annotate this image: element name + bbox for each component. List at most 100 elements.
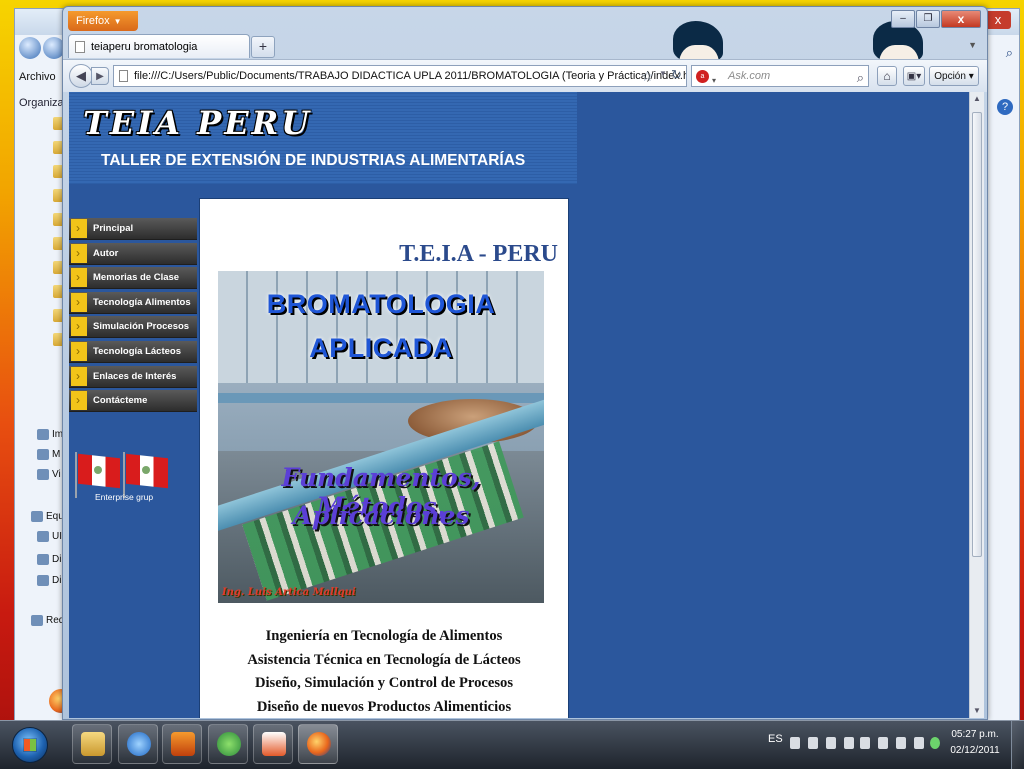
maximize-button[interactable]: ❐ [916,10,940,28]
back-arrow-icon[interactable] [19,37,41,59]
chevron-down-icon[interactable]: ▾ [712,71,716,91]
menu-item-memorias[interactable]: Memorias de Clase [69,267,197,290]
messenger-icon [217,732,241,756]
scrollbar-thumb[interactable] [972,112,982,557]
chevron-down-icon: ▼ [113,17,122,26]
scroll-up-icon[interactable]: ▲ [970,92,984,106]
show-desktop-button[interactable] [1011,721,1024,769]
taskbar-powerpoint-button[interactable] [253,724,293,764]
arrow-bullet-icon [71,391,87,411]
site-subtitle: TALLER DE EXTENSIÓN DE INDUSTRIAS ALIMEN… [101,152,526,169]
flag-icon[interactable] [790,737,800,749]
status-circle-icon[interactable] [930,737,940,749]
start-button[interactable] [12,727,48,763]
menu-item-enlaces[interactable]: Enlaces de Interés [69,365,197,388]
arrow-bullet-icon [71,366,87,386]
url-text: file:///C:/Users/Public/Documents/TRABAJ… [134,70,687,82]
flag-crest [94,466,102,474]
browser-tab[interactable]: teiaperu bromatologia [68,34,250,58]
background-menu-archivo[interactable]: Archivo [19,71,56,83]
forward-button[interactable]: ▶ [91,67,109,85]
firefox-menu-label: Firefox [76,15,110,27]
navigation-toolbar: ◀ ▶ file:///C:/Users/Public/Documents/TR… [63,59,987,92]
options-button[interactable]: Opción ▾ [929,66,979,86]
network-signal-icon[interactable] [826,737,836,749]
addon-icon[interactable]: ▣▾ [903,66,925,86]
menu-item-tecnologia-lacteos[interactable]: Tecnología Lácteos [69,340,197,363]
list-item[interactable]: Di [37,554,61,565]
panel-title: T.E.I.A - PERU [399,241,558,267]
site-header: TEIA PERU TALLER DE EXTENSIÓN DE INDUSTR… [69,92,577,184]
arrow-bullet-icon [71,243,87,263]
list-item[interactable]: Im [37,429,63,440]
taskbar-explorer-button[interactable] [72,724,112,764]
network-icon [31,615,43,626]
options-label: Opción [934,71,966,82]
cover-title-line2: APLICADA [309,333,453,363]
tab-list-icon[interactable]: ▼ [968,40,977,50]
search-input[interactable]: a ▾ Ask.com ⌕ [691,65,869,87]
menu-item-autor[interactable]: Autor [69,242,197,265]
flag-pole [75,452,77,498]
url-dropdown-icon[interactable]: ▼ [659,69,667,78]
main-panel: T.E.I.A - PERU BROMATOLOGIA APLICADA Fun… [199,198,569,718]
page-icon [119,70,128,82]
firefox-menu-button[interactable]: Firefox ▼ [68,11,138,31]
window-controls: – ❐ x [890,10,981,30]
vertical-scrollbar[interactable]: ▲ ▼ [969,92,984,718]
search-icon[interactable]: ⌕ [857,68,864,88]
back-button[interactable]: ◀ [69,64,93,88]
background-organize-button[interactable]: Organiza [19,97,64,109]
page-content: TEIA PERU TALLER DE EXTENSIÓN DE INDUSTR… [69,92,969,718]
cover-subtitle-line2: Aplicaciones [292,501,470,530]
menu-item-simulacion[interactable]: Simulación Procesos [69,316,197,339]
list-item[interactable]: Equ [31,511,64,522]
new-tab-button[interactable]: + [251,36,275,58]
book-cover-image: BROMATOLOGIA APLICADA Fundamentos, Métod… [218,271,544,603]
help-icon[interactable]: ? [997,99,1013,115]
site-logo: TEIA PERU [83,104,313,142]
app-tray-icon[interactable] [878,737,888,749]
taskbar-ie-button[interactable] [118,724,158,764]
list-item[interactable]: M [37,449,60,460]
list-item[interactable]: Vi [37,469,61,480]
volume-icon[interactable] [808,737,818,749]
app-tray-icon[interactable] [860,737,870,749]
list-item[interactable]: Di [37,575,61,586]
cover-title-line1: BROMATOLOGIA [266,289,496,319]
clock-time: 05:27 p.m. [951,729,999,740]
clock[interactable]: 05:27 p.m. 02/12/2011 [940,727,1010,759]
menu-item-principal[interactable]: Principal [69,218,197,240]
list-item[interactable]: UI [37,531,62,542]
service-item: Diseño, Simulación y Control de Procesos [254,675,514,692]
services-list: Ingeniería en Tecnología de Alimentos As… [200,625,568,718]
music-icon [37,449,49,460]
arrow-bullet-icon [71,219,87,238]
service-item: Asistencia Técnica en Tecnología de Láct… [247,651,521,668]
scroll-down-icon[interactable]: ▼ [970,704,984,718]
bookmark-star-icon[interactable]: ☆ [641,68,654,85]
page-icon [75,41,85,53]
background-search-icon[interactable]: ⌕ [1006,45,1013,61]
language-indicator[interactable]: ES [768,733,783,745]
menu-item-tecnologia-alimentos[interactable]: Tecnología Alimentos [69,291,197,314]
cover-author: Ing. Luis Artica Mallqui [222,587,356,598]
home-button[interactable]: ⌂ [877,66,897,86]
reload-icon[interactable]: ↻ [671,67,682,83]
close-button[interactable]: x [941,10,981,28]
powerpoint-icon [262,732,286,756]
drive-icon [37,554,49,565]
list-item[interactable]: Red [31,615,64,626]
background-close-icon[interactable]: x [985,11,1011,29]
taskbar-firefox-button[interactable] [298,724,338,764]
menu-item-contacteme[interactable]: Contácteme [69,390,197,413]
bluetooth-icon[interactable] [896,737,906,749]
ask-engine-icon[interactable]: a [696,70,709,83]
taskbar-media-button[interactable] [162,724,202,764]
url-bar[interactable]: file:///C:/Users/Public/Documents/TRABAJ… [113,65,687,87]
device-icon[interactable] [914,737,924,749]
taskbar-messenger-button[interactable] [208,724,248,764]
power-icon[interactable] [844,737,854,749]
arrow-bullet-icon [71,317,87,337]
minimize-button[interactable]: – [891,10,915,28]
